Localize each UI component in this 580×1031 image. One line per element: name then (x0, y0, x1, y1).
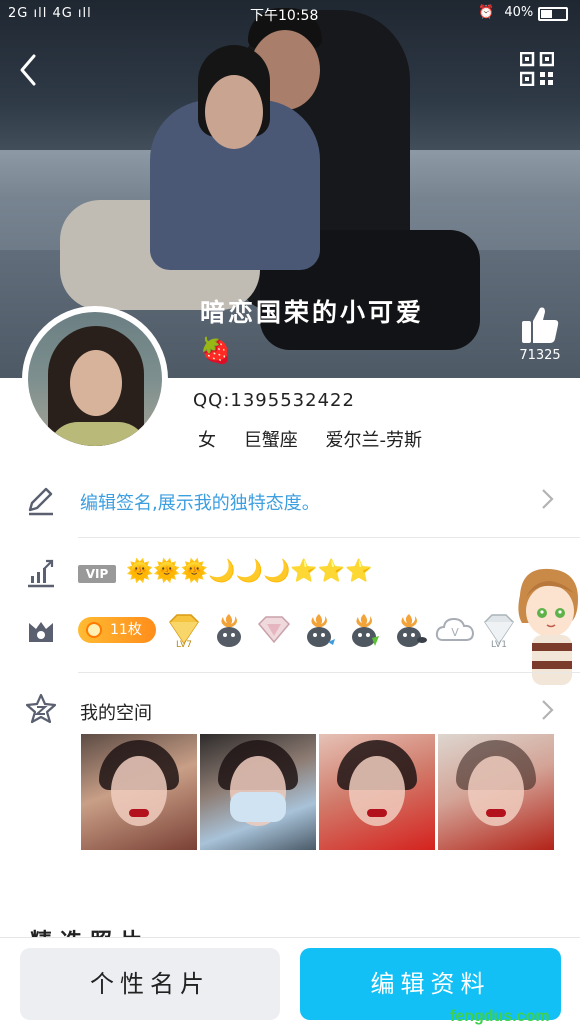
penguin-green-badge-icon[interactable] (345, 612, 383, 648)
divider (78, 672, 580, 673)
svg-text:V: V (451, 626, 459, 639)
chevron-right-icon[interactable] (540, 697, 560, 730)
my-space-title[interactable]: 我的空间 (80, 699, 152, 725)
vip-badge[interactable]: VIP (78, 565, 116, 583)
pencil-icon (24, 484, 58, 518)
divider (78, 537, 580, 538)
back-button[interactable] (14, 50, 44, 90)
profile-card-button[interactable]: 个性名片 (20, 948, 280, 1020)
qq-level-icons[interactable]: 🌞🌞🌞🌙🌙🌙⭐⭐⭐ (126, 559, 373, 584)
medal-icon (86, 622, 102, 638)
battery-percent: 40% (504, 5, 534, 20)
space-photo[interactable] (438, 734, 554, 850)
like-button[interactable] (518, 305, 562, 345)
medal-count-badge[interactable]: 11枚 (78, 617, 156, 643)
space-photo[interactable] (200, 734, 316, 850)
alarm-icon: ⏰ (478, 5, 495, 20)
chevron-left-icon (20, 54, 36, 86)
level-up-icon (24, 556, 58, 590)
medal-count: 11枚 (110, 622, 142, 638)
penguin-cheer-badge-icon[interactable] (390, 612, 428, 648)
badge-level-label: LV1 (491, 640, 507, 648)
status-time: 下午10:58 (250, 8, 319, 24)
qr-code-button[interactable] (519, 51, 555, 87)
signature-edit-link[interactable]: 编辑签名,展示我的独特态度。 (80, 489, 320, 515)
space-photo[interactable] (81, 734, 197, 850)
watermark: fengdus.com (450, 1008, 550, 1025)
diamond-lv7-badge-icon[interactable]: LV7 (165, 612, 203, 650)
status-bar: 2G ıll 4G ıll 下午10:58 ⏰ 40% (0, 0, 580, 30)
chevron-right-icon[interactable] (540, 486, 560, 519)
qr-code-icon (519, 51, 555, 87)
signal-indicator: 2G ıll 4G ıll (8, 6, 92, 21)
penguin-badge-icon[interactable] (300, 612, 338, 648)
nickname: 暗恋国荣的小可爱🍓 (200, 298, 425, 365)
status-right: ⏰ 40% (478, 5, 533, 20)
cloud-v-badge-icon[interactable]: V (434, 612, 476, 648)
penguin-fire-badge-icon[interactable] (210, 612, 248, 648)
like-count: 71325 (519, 348, 561, 363)
profile-info: 女 巨蟹座 爱尔兰-劳斯 (198, 430, 422, 451)
avatar-image (28, 312, 162, 446)
avatar[interactable] (22, 306, 168, 452)
crown-icon (24, 614, 58, 648)
badge-level-label: LV7 (176, 640, 192, 648)
thumbs-up-icon (522, 307, 559, 343)
pink-diamond-badge-icon[interactable] (255, 612, 293, 648)
star-z-icon (24, 692, 58, 726)
battery-icon (538, 7, 568, 21)
cover-person-woman-face (205, 75, 263, 149)
space-photo[interactable] (319, 734, 435, 850)
qq-number: QQ:1395532422 (193, 390, 355, 411)
